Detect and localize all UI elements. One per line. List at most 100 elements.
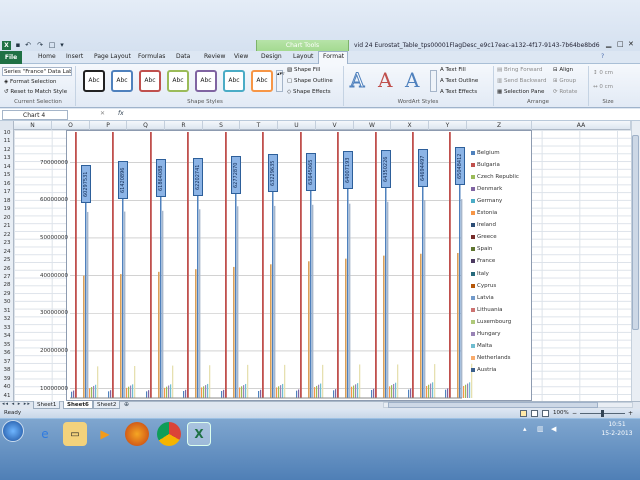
germany-bar[interactable] [75,132,77,398]
small-series-bar[interactable] [391,385,393,398]
file-explorer-icon[interactable]: ▭ [63,422,87,446]
italy-bar[interactable] [162,210,164,398]
small-series-bar[interactable] [430,383,432,398]
germany-bar[interactable] [449,132,451,398]
legend-item-lithuania[interactable]: Lithuania [477,307,502,313]
small-series-bar[interactable] [166,386,168,398]
small-series-bar[interactable] [410,388,412,398]
media-player-icon[interactable]: ▶ [93,422,117,446]
netherlands-bar[interactable] [247,364,249,398]
small-series-bar[interactable] [280,385,282,398]
small-series-bar[interactable] [408,389,410,398]
spain-bar[interactable] [345,258,347,398]
small-series-bar[interactable] [314,387,316,398]
spain-bar[interactable] [457,252,459,398]
excel-taskbar-icon[interactable]: X [187,422,211,446]
small-series-bar[interactable] [351,386,353,398]
small-series-bar[interactable] [320,383,322,398]
france-bar[interactable] [197,191,199,398]
small-series-bar[interactable] [203,386,205,398]
spain-bar[interactable] [120,274,122,398]
new-sheet-icon[interactable]: ⊕ [124,401,129,408]
legend-item-hungary[interactable]: Hungary [477,331,501,337]
spain-bar[interactable] [308,261,310,398]
germany-bar[interactable] [262,132,264,398]
small-series-bar[interactable] [168,385,170,398]
legend-item-bulgaria[interactable]: Bulgaria [477,162,500,168]
small-series-bar[interactable] [447,388,449,398]
netherlands-bar[interactable] [134,365,136,398]
firefox-icon[interactable] [125,422,149,446]
small-series-bar[interactable] [335,389,337,398]
italy-bar[interactable] [424,200,426,398]
italy-bar[interactable] [87,211,89,398]
small-series-bar[interactable] [393,383,395,398]
small-series-bar[interactable] [110,390,112,398]
germany-bar[interactable] [300,132,302,398]
small-series-bar[interactable] [395,382,397,398]
legend-item-denmark[interactable]: Denmark [477,186,502,192]
legend-item-ireland[interactable]: Ireland [477,222,496,228]
zoom-in-icon[interactable]: + [628,409,633,418]
network-icon[interactable]: ▥ [537,425,544,433]
spain-bar[interactable] [270,264,272,398]
small-series-bar[interactable] [95,384,97,398]
italy-bar[interactable] [349,203,351,398]
italy-bar[interactable] [199,209,201,398]
legend-item-germany[interactable]: Germany [477,198,502,204]
spain-bar[interactable] [233,266,235,398]
germany-bar[interactable] [225,132,227,398]
chrome-icon[interactable] [157,422,181,446]
small-series-bar[interactable] [389,386,391,398]
small-series-bar[interactable] [201,387,203,398]
page-break-view-icon[interactable] [542,410,549,417]
legend-item-belgium[interactable]: Belgium [477,150,500,156]
legend-item-greece[interactable]: Greece [477,234,497,240]
france-bar[interactable] [122,194,124,398]
small-series-bar[interactable] [126,387,128,398]
netherlands-bar[interactable] [284,364,286,398]
legend-item-luxembourg[interactable]: Luxembourg [477,319,511,325]
france-data-label[interactable]: 62772870 [231,155,241,194]
france-data-label[interactable]: 64694497 [418,148,428,187]
small-series-bar[interactable] [258,390,260,398]
sheet-tab-sheet2[interactable]: Sheet2 [93,401,121,409]
small-series-bar[interactable] [371,389,373,398]
small-series-bar[interactable] [71,391,73,398]
legend-item-austria[interactable]: Austria [477,367,496,373]
france-bar[interactable] [385,183,387,398]
small-series-bar[interactable] [73,390,75,398]
zoom-out-icon[interactable]: − [572,409,577,418]
small-series-bar[interactable] [183,390,185,398]
small-series-bar[interactable] [355,384,357,398]
small-series-bar[interactable] [130,385,132,398]
france-data-label[interactable]: 61420896 [118,160,128,199]
small-series-bar[interactable] [469,382,471,398]
france-data-label[interactable]: 63229635 [268,154,278,193]
germany-bar[interactable] [112,132,114,398]
france-data-label[interactable]: 63645065 [306,152,316,191]
clock-date[interactable]: 15-2-2013 [597,430,637,437]
netherlands-bar[interactable] [397,364,399,398]
italy-bar[interactable] [387,201,389,398]
clock-time[interactable]: 10:51 [597,421,637,428]
small-series-bar[interactable] [318,384,320,398]
small-series-bar[interactable] [353,385,355,398]
small-series-bar[interactable] [426,385,428,398]
small-series-bar[interactable] [89,388,91,398]
small-series-bar[interactable] [467,383,469,398]
vertical-scroll-thumb[interactable] [632,135,639,330]
volume-icon[interactable]: ◀ [551,425,556,433]
germany-bar[interactable] [187,132,189,398]
italy-bar[interactable] [237,206,239,398]
france-bar[interactable] [235,189,237,398]
small-series-bar[interactable] [170,384,172,398]
spain-bar[interactable] [158,271,160,398]
small-series-bar[interactable] [93,385,95,398]
small-series-bar[interactable] [207,383,209,398]
netherlands-bar[interactable] [209,365,211,398]
italy-bar[interactable] [124,211,126,398]
netherlands-bar[interactable] [322,364,324,398]
france-data-label[interactable]: 62202741 [193,157,203,196]
netherlands-bar[interactable] [97,366,99,398]
